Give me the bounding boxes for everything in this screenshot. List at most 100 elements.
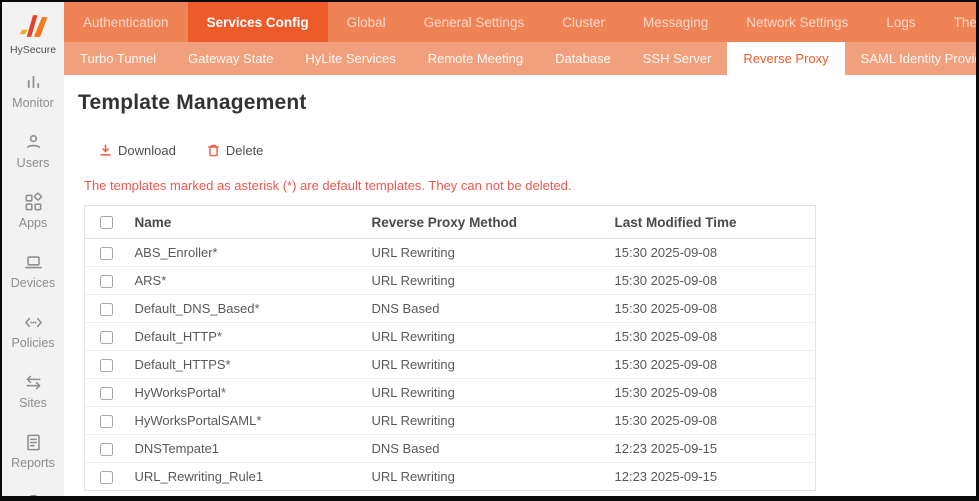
cell-method: URL Rewriting	[372, 323, 615, 351]
cell-method: URL Rewriting	[372, 379, 615, 407]
page-title: Template Management	[78, 91, 956, 115]
subnav-tab-reverse-proxy[interactable]: Reverse Proxy	[727, 42, 844, 75]
cell-modified: 12:23 2025-09-15	[615, 435, 816, 463]
cell-modified: 12:23 2025-09-15	[615, 463, 816, 491]
cell-method: URL Rewriting	[372, 239, 615, 267]
table-row: DNSTempate1 DNS Based 12:23 2025-09-15	[85, 435, 816, 463]
sidebar-item-reports[interactable]: Reports	[11, 432, 55, 470]
row-checkbox[interactable]	[100, 443, 113, 456]
row-checkbox[interactable]	[100, 415, 113, 428]
apps-grid-icon	[23, 192, 44, 213]
cell-modified: 15:30 2025-09-08	[615, 323, 816, 351]
subnav-tab-ssh-server[interactable]: SSH Server	[627, 42, 728, 75]
cell-name: DNSTempate1	[135, 435, 372, 463]
table-row: Default_HTTP* URL Rewriting 15:30 2025-0…	[85, 323, 816, 351]
trash-icon	[206, 143, 221, 158]
user-icon	[23, 132, 44, 153]
select-all-checkbox[interactable]	[100, 216, 113, 229]
topnav-item-cluster[interactable]: Cluster	[543, 2, 624, 42]
cell-name: ARS*	[135, 267, 372, 295]
table-row: ARS* URL Rewriting 15:30 2025-09-08	[85, 267, 816, 295]
toolbar: Download Delete	[98, 143, 956, 158]
main-column: AuthenticationServices ConfigGlobalGener…	[64, 2, 976, 496]
brand-name: HySecure	[10, 44, 56, 56]
row-checkbox[interactable]	[100, 275, 113, 288]
sidebar: HySecure Monitor Users Apps Devices Poli…	[2, 2, 64, 496]
topnav-item-network-settings[interactable]: Network Settings	[727, 2, 867, 42]
subnav-tab-gateway-state[interactable]: Gateway State	[172, 42, 289, 75]
topnav-item-logs[interactable]: Logs	[867, 2, 934, 42]
cell-modified: 15:30 2025-09-08	[615, 295, 816, 323]
flame-logo-icon	[15, 12, 51, 42]
table-row: ABS_Enroller* URL Rewriting 15:30 2025-0…	[85, 239, 816, 267]
table-row: URL_Rewriting_Rule1 URL Rewriting 12:23 …	[85, 463, 816, 491]
sidebar-item-users[interactable]: Users	[11, 132, 55, 170]
sidebar-item-policies[interactable]: Policies	[11, 312, 55, 350]
delete-button[interactable]: Delete	[206, 143, 264, 158]
row-checkbox[interactable]	[100, 387, 113, 400]
cell-name: Default_HTTPS*	[135, 351, 372, 379]
download-button[interactable]: Download	[98, 143, 176, 158]
row-checkbox[interactable]	[100, 471, 113, 484]
table-header-row: Name Reverse Proxy Method Last Modified …	[85, 206, 816, 239]
sidebar-item-partial[interactable]	[11, 492, 55, 501]
cell-name: Default_HTTP*	[135, 323, 372, 351]
table-row: Default_HTTPS* URL Rewriting 15:30 2025-…	[85, 351, 816, 379]
app-window: HySecure Monitor Users Apps Devices Poli…	[0, 0, 979, 501]
delete-label: Delete	[226, 143, 264, 158]
cell-method: DNS Based	[372, 435, 615, 463]
sub-navigation-tabs: Turbo TunnelGateway StateHyLite Services…	[64, 42, 976, 75]
row-checkbox[interactable]	[100, 359, 113, 372]
sidebar-item-devices[interactable]: Devices	[11, 252, 55, 290]
subnav-tab-saml-identity-providers[interactable]: SAML Identity Providers	[845, 42, 979, 75]
topnav-item-authentication[interactable]: Authentication	[64, 2, 188, 42]
cell-method: URL Rewriting	[372, 351, 615, 379]
bar-chart-icon	[23, 72, 44, 93]
column-header-method[interactable]: Reverse Proxy Method	[372, 206, 615, 239]
row-checkbox[interactable]	[100, 331, 113, 344]
cell-modified: 15:30 2025-09-08	[615, 351, 816, 379]
sidebar-item-sites[interactable]: Sites	[11, 372, 55, 410]
cell-method: URL Rewriting	[372, 267, 615, 295]
code-dots-icon	[23, 312, 44, 333]
cell-name: HyWorksPortal*	[135, 379, 372, 407]
topnav-item-general-settings[interactable]: General Settings	[405, 2, 544, 42]
subnav-tab-remote-meeting[interactable]: Remote Meeting	[412, 42, 539, 75]
cell-method: DNS Based	[372, 295, 615, 323]
cell-modified: 15:30 2025-09-08	[615, 239, 816, 267]
subnav-tab-turbo-tunnel[interactable]: Turbo Tunnel	[64, 42, 172, 75]
brand-logo[interactable]: HySecure	[10, 12, 56, 56]
sidebar-item-monitor[interactable]: Monitor	[11, 72, 55, 110]
topnav-item-theme[interactable]: Theme	[935, 2, 979, 42]
topnav-item-global[interactable]: Global	[328, 2, 405, 42]
content-area: Template Management Download	[64, 75, 976, 496]
subnav-tab-database[interactable]: Database	[539, 42, 627, 75]
row-checkbox[interactable]	[100, 247, 113, 260]
download-icon	[98, 143, 113, 158]
cell-name: Default_DNS_Based*	[135, 295, 372, 323]
cell-name: HyWorksPortalSAML*	[135, 407, 372, 435]
default-templates-warning: The templates marked as asterisk (*) are…	[84, 178, 956, 193]
cell-name: URL_Rewriting_Rule1	[135, 463, 372, 491]
table-row: HyWorksPortalSAML* URL Rewriting 15:30 2…	[85, 407, 816, 435]
report-doc-icon	[23, 432, 44, 453]
sidebar-menu: Monitor Users Apps Devices Policies Site…	[11, 72, 55, 501]
column-header-modified[interactable]: Last Modified Time	[615, 206, 816, 239]
globe-icon	[23, 492, 44, 501]
cell-modified: 15:30 2025-09-08	[615, 407, 816, 435]
topnav-item-services-config[interactable]: Services Config	[188, 2, 328, 42]
column-header-name[interactable]: Name	[135, 206, 372, 239]
cell-method: URL Rewriting	[372, 463, 615, 491]
cell-modified: 15:30 2025-09-08	[615, 379, 816, 407]
table-row: Default_DNS_Based* DNS Based 15:30 2025-…	[85, 295, 816, 323]
subnav-tab-hylite-services[interactable]: HyLite Services	[289, 42, 411, 75]
sidebar-item-apps[interactable]: Apps	[11, 192, 55, 230]
cell-method: URL Rewriting	[372, 407, 615, 435]
row-checkbox[interactable]	[100, 303, 113, 316]
topnav-item-messaging[interactable]: Messaging	[624, 2, 727, 42]
top-navigation: AuthenticationServices ConfigGlobalGener…	[64, 2, 976, 42]
swap-arrows-icon	[23, 372, 44, 393]
templates-table: Name Reverse Proxy Method Last Modified …	[84, 205, 816, 491]
table-row: HyWorksPortal* URL Rewriting 15:30 2025-…	[85, 379, 816, 407]
cell-modified: 15:30 2025-09-08	[615, 267, 816, 295]
